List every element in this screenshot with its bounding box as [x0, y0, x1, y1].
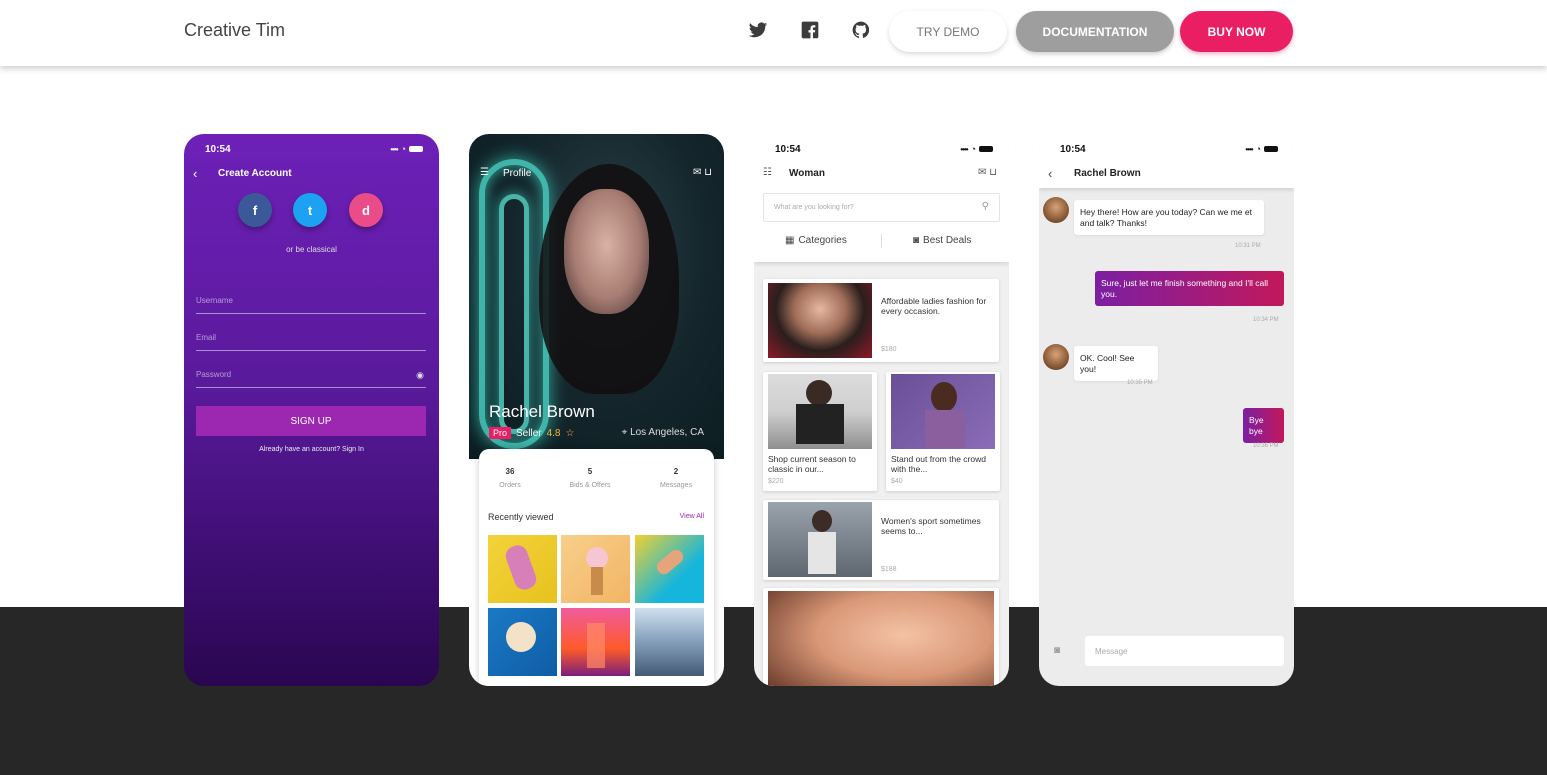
product-price: $220 — [768, 478, 784, 485]
header-icons[interactable]: ✉ ⊔ — [693, 167, 712, 178]
menu-icon[interactable]: ☰ — [480, 167, 489, 178]
chat-phone-mockup: 10:54 •••• ◔ ‹ Rachel Brown Hey there! Ho… — [1039, 134, 1294, 686]
message-input[interactable]: Message — [1085, 636, 1284, 666]
username-field[interactable]: Username — [196, 296, 426, 314]
profile-phone-mockup: ☰ Profile ✉ ⊔ Rachel Brown Pro Seller 4.… — [469, 134, 724, 686]
shop-phone-mockup: 10:54 •••• ◔ ☷ Woman ✉ ⊔ What are you loo… — [754, 134, 1009, 686]
facebook-login-icon[interactable]: f — [238, 193, 272, 227]
product-card[interactable]: Women's sport sometimes seems to... $188 — [763, 500, 999, 580]
avatar — [1043, 344, 1069, 370]
product-price: $188 — [881, 566, 897, 573]
grid-icon: ▦ — [785, 235, 795, 246]
stat-bids[interactable]: 5 Bids & Offers — [555, 467, 625, 489]
twitter-login-icon[interactable]: t — [293, 193, 327, 227]
thumbnail[interactable] — [488, 608, 557, 676]
tab-best-deals[interactable]: ◙ Best Deals — [913, 235, 971, 246]
rating-value: 4.8 — [546, 427, 561, 439]
product-desc: Stand out from the crowd with the... — [891, 454, 986, 475]
location: ⌖ Los Angeles, CA — [621, 427, 704, 438]
stat-orders[interactable]: 36 Orders — [475, 467, 545, 489]
product-card[interactable]: Stand out from the crowd with the... $40 — [886, 372, 1000, 491]
thumbnail[interactable] — [635, 535, 704, 603]
message-incoming: OK. Cool! See you! — [1074, 346, 1158, 382]
twitter-icon[interactable] — [748, 20, 768, 40]
product-card[interactable]: Shop current season to classic in our...… — [763, 372, 877, 491]
password-field[interactable]: Password ◉ — [196, 370, 426, 388]
chat-icon: ✉ — [978, 167, 987, 178]
navbar: Creative Tim TRY DEMO DOCUMENTATION BUY … — [0, 0, 1547, 66]
product-desc: Affordable ladies fashion for every occa… — [881, 296, 987, 317]
buy-now-button[interactable]: BUY NOW — [1180, 11, 1293, 52]
documentation-button[interactable]: DOCUMENTATION — [1016, 11, 1174, 52]
search-input[interactable]: What are you looking for? ⚲ — [763, 193, 1000, 222]
screen-title: Woman — [789, 168, 825, 179]
message-time: 10:31 PM — [1235, 243, 1261, 249]
cart-icon: ⊔ — [704, 167, 712, 178]
product-price: $180 — [881, 346, 897, 353]
status-bar: 10:54 •••• ◔ — [1060, 143, 1278, 155]
filter-icon[interactable]: ☷ — [763, 167, 772, 178]
pro-badge: Pro — [489, 427, 512, 439]
recently-viewed-heading: Recently viewed — [488, 512, 554, 522]
try-demo-button[interactable]: TRY DEMO — [889, 11, 1007, 52]
profile-name: Rachel Brown — [489, 402, 595, 421]
thumbnail[interactable] — [635, 608, 704, 676]
thumbnail[interactable] — [561, 608, 630, 676]
status-time: 10:54 — [775, 143, 801, 155]
message-incoming: Hey there! How are you today? Can we me … — [1074, 200, 1264, 236]
search-icon[interactable]: ⚲ — [982, 201, 989, 212]
password-placeholder: Password — [196, 370, 232, 379]
star-icon: ☆ — [565, 427, 575, 439]
back-icon[interactable]: ‹ — [1048, 166, 1052, 181]
avatar — [1043, 197, 1069, 223]
message-outgoing: Sure, just let me finish something and I… — [1095, 271, 1284, 307]
status-bar: 10:54 •••• ◔ — [775, 143, 993, 155]
thumbnail[interactable] — [488, 535, 557, 603]
header-icons[interactable]: ✉ ⊔ — [978, 167, 997, 178]
status-time: 10:54 — [1060, 143, 1086, 155]
github-icon[interactable] — [851, 20, 871, 40]
email-field[interactable]: Email — [196, 333, 426, 351]
view-all-link[interactable]: View All — [680, 513, 704, 520]
signin-link[interactable]: Already have an account? Sign In — [184, 446, 439, 453]
signup-button[interactable]: SIGN UP — [196, 406, 426, 436]
status-time: 10:54 — [205, 143, 231, 155]
message-time: 10:35 PM — [1127, 380, 1153, 386]
role-label: Seller — [516, 427, 542, 439]
eye-icon[interactable]: ◉ — [416, 370, 424, 381]
back-icon[interactable]: ‹ — [193, 166, 197, 181]
chat-header: 10:54 •••• ◔ ‹ Rachel Brown — [1039, 134, 1294, 188]
message-time: 10:34 PM — [1253, 317, 1279, 323]
product-price: $40 — [891, 478, 903, 485]
tab-categories[interactable]: ▦ Categories — [785, 235, 847, 246]
divider — [881, 234, 882, 248]
camera-icon[interactable]: ◙ — [1054, 645, 1060, 656]
camera-icon: ◙ — [913, 235, 920, 246]
screen-title: Profile — [503, 168, 532, 179]
message-time: 10:36 PM — [1253, 443, 1279, 449]
chat-icon: ✉ — [693, 167, 702, 178]
thumbnail[interactable] — [561, 535, 630, 603]
cart-icon: ⊔ — [989, 167, 997, 178]
brand-logo[interactable]: Creative Tim — [184, 20, 285, 41]
dribbble-login-icon[interactable]: d — [349, 193, 383, 227]
screen-title: Create Account — [218, 168, 292, 179]
facebook-icon[interactable] — [800, 20, 820, 40]
profile-meta: Pro Seller 4.8 ☆ — [489, 427, 574, 439]
product-card[interactable] — [763, 588, 999, 686]
profile-card: 36 Orders 5 Bids & Offers 2 Messages Recent… — [479, 449, 714, 686]
status-bar: 10:54 •••• ◔ — [205, 143, 423, 155]
product-desc: Shop current season to classic in our... — [768, 454, 856, 475]
chat-contact-name: Rachel Brown — [1074, 168, 1141, 179]
or-text: or be classical — [286, 245, 337, 254]
shop-header: 10:54 •••• ◔ ☷ Woman ✉ ⊔ What are you loo… — [754, 134, 1009, 262]
pin-icon: ⌖ — [621, 427, 628, 438]
product-desc: Women's sport sometimes seems to... — [881, 516, 981, 537]
message-outgoing: Bye bye — [1243, 408, 1284, 444]
product-card[interactable]: Affordable ladies fashion for every occa… — [763, 279, 999, 362]
stat-messages[interactable]: 2 Messages — [641, 467, 711, 489]
signup-phone-mockup: 10:54 •••• ◔ ‹ Create Account f t d or be… — [184, 134, 439, 686]
